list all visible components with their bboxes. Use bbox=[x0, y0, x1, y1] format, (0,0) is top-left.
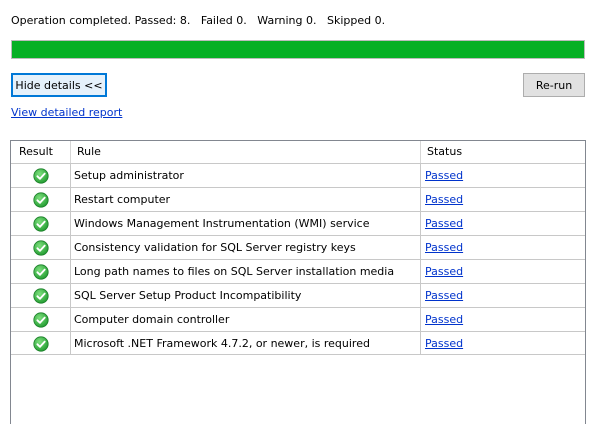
check-circle-icon bbox=[32, 167, 49, 184]
status-cell: Passed bbox=[421, 236, 585, 259]
rule-cell: SQL Server Setup Product Incompatibility bbox=[71, 284, 421, 307]
check-circle-icon bbox=[32, 191, 49, 208]
rule-cell: Consistency validation for SQL Server re… bbox=[71, 236, 421, 259]
table-body: Setup administrator Passed Restart compute… bbox=[11, 163, 585, 355]
status-link[interactable]: Passed bbox=[425, 169, 463, 182]
result-cell bbox=[11, 260, 71, 283]
result-cell bbox=[11, 308, 71, 331]
rule-cell: Computer domain controller bbox=[71, 308, 421, 331]
status-link[interactable]: Passed bbox=[425, 265, 463, 278]
status-cell: Passed bbox=[421, 332, 585, 355]
table-row[interactable]: Consistency validation for SQL Server re… bbox=[11, 235, 585, 259]
status-cell: Passed bbox=[421, 284, 585, 307]
view-detailed-report-link[interactable]: View detailed report bbox=[11, 106, 122, 119]
check-circle-icon bbox=[32, 335, 49, 352]
rule-cell: Windows Management Instrumentation (WMI)… bbox=[71, 212, 421, 235]
rule-cell: Restart computer bbox=[71, 188, 421, 211]
rerun-button[interactable]: Re-run bbox=[523, 73, 585, 97]
status-link[interactable]: Passed bbox=[425, 193, 463, 206]
status-link[interactable]: Passed bbox=[425, 241, 463, 254]
result-cell bbox=[11, 188, 71, 211]
table-row[interactable]: Setup administrator Passed bbox=[11, 163, 585, 187]
result-cell bbox=[11, 284, 71, 307]
result-cell bbox=[11, 236, 71, 259]
table-row[interactable]: Microsoft .NET Framework 4.7.2, or newer… bbox=[11, 331, 585, 355]
rule-cell: Long path names to files on SQL Server i… bbox=[71, 260, 421, 283]
status-link[interactable]: Passed bbox=[425, 217, 463, 230]
rules-table: Result Rule Status Setup administrator Pa… bbox=[10, 140, 586, 424]
column-header-rule[interactable]: Rule bbox=[71, 141, 421, 163]
check-circle-icon bbox=[32, 239, 49, 256]
check-circle-icon bbox=[32, 215, 49, 232]
status-cell: Passed bbox=[421, 164, 585, 187]
status-cell: Passed bbox=[421, 188, 585, 211]
operation-summary: Operation completed. Passed: 8. Failed 0… bbox=[11, 14, 386, 27]
rule-cell: Microsoft .NET Framework 4.7.2, or newer… bbox=[71, 332, 421, 355]
status-link[interactable]: Passed bbox=[425, 313, 463, 326]
status-cell: Passed bbox=[421, 308, 585, 331]
rule-cell: Setup administrator bbox=[71, 164, 421, 187]
table-header: Result Rule Status bbox=[11, 141, 585, 163]
table-row[interactable]: Windows Management Instrumentation (WMI)… bbox=[11, 211, 585, 235]
status-link[interactable]: Passed bbox=[425, 289, 463, 302]
column-header-result[interactable]: Result bbox=[11, 141, 71, 163]
column-header-status[interactable]: Status bbox=[421, 141, 585, 163]
table-row[interactable]: Long path names to files on SQL Server i… bbox=[11, 259, 585, 283]
status-cell: Passed bbox=[421, 212, 585, 235]
result-cell bbox=[11, 164, 71, 187]
result-cell bbox=[11, 212, 71, 235]
status-link[interactable]: Passed bbox=[425, 337, 463, 350]
progress-bar-fill bbox=[12, 41, 584, 58]
check-circle-icon bbox=[32, 311, 49, 328]
table-row[interactable]: Computer domain controller Passed bbox=[11, 307, 585, 331]
result-cell bbox=[11, 332, 71, 355]
status-cell: Passed bbox=[421, 260, 585, 283]
table-row[interactable]: SQL Server Setup Product Incompatibility… bbox=[11, 283, 585, 307]
hide-details-button[interactable]: Hide details << bbox=[11, 73, 107, 97]
check-circle-icon bbox=[32, 287, 49, 304]
progress-bar bbox=[11, 40, 585, 59]
table-row[interactable]: Restart computer Passed bbox=[11, 187, 585, 211]
check-circle-icon bbox=[32, 263, 49, 280]
